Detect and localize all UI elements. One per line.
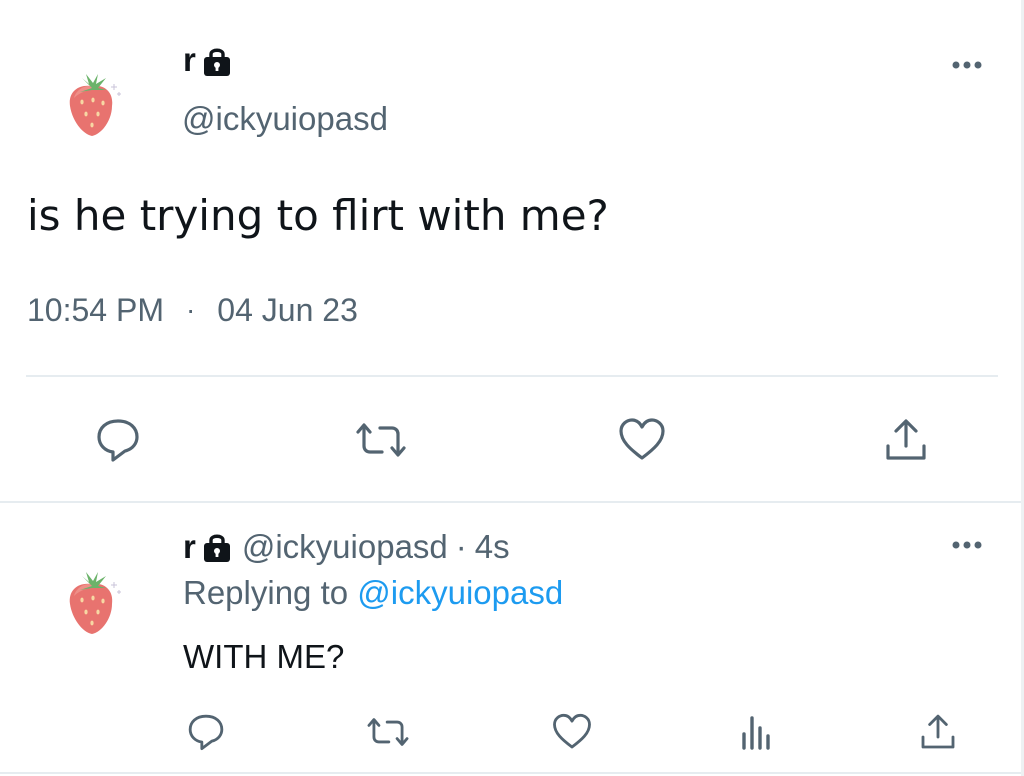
avatar[interactable] <box>62 70 124 140</box>
reply-header[interactable]: r @ickyuiopasd · 4s <box>183 524 510 570</box>
like-icon <box>619 418 665 460</box>
author-handle[interactable]: @ickyuiopasd <box>242 524 448 570</box>
analytics-button[interactable] <box>732 708 780 756</box>
display-name[interactable]: r <box>183 524 196 570</box>
more-options-icon <box>952 541 982 549</box>
divider <box>0 772 1024 774</box>
replying-to-label: Replying to <box>183 574 349 611</box>
replying-to-mention[interactable]: @ickyuiopasd <box>357 574 563 611</box>
tweet-text: is he trying to flirt with me? <box>27 191 609 240</box>
author-handle[interactable]: @ickyuiopasd <box>182 96 388 142</box>
tweet-date[interactable]: 04 Jun 23 <box>217 286 358 334</box>
share-icon <box>921 714 955 749</box>
lock-icon <box>203 48 230 76</box>
meta-separator: · <box>185 294 196 325</box>
like-button[interactable] <box>548 708 596 756</box>
author-name-row[interactable]: r <box>183 38 234 82</box>
divider <box>0 501 1024 503</box>
share-button[interactable] <box>914 708 962 756</box>
meta-separator: · <box>455 528 467 565</box>
lock-icon <box>203 534 230 562</box>
like-icon <box>553 713 591 749</box>
strawberry-avatar-icon <box>69 572 121 634</box>
strawberry-avatar-icon <box>69 74 121 136</box>
replying-to: Replying to @ickyuiopasd <box>183 570 563 616</box>
avatar[interactable] <box>62 568 124 638</box>
like-button[interactable] <box>612 412 672 468</box>
reply-time[interactable]: 4s <box>475 524 510 570</box>
more-options-icon <box>952 61 982 69</box>
retweet-icon <box>367 718 409 746</box>
retweet-button[interactable] <box>362 708 414 756</box>
tweet-time[interactable]: 10:54 PM <box>27 286 164 334</box>
divider <box>26 375 998 377</box>
reply-icon <box>97 419 139 462</box>
display-name[interactable]: r <box>183 38 196 82</box>
tweet-timestamp[interactable]: 10:54 PM · 04 Jun 23 <box>27 286 358 334</box>
retweet-icon <box>356 423 406 457</box>
more-options-button[interactable] <box>948 532 988 558</box>
reply-button[interactable] <box>182 708 230 756</box>
reply-text: WITH ME? <box>183 638 345 675</box>
retweet-button[interactable] <box>350 412 412 468</box>
reply-button[interactable] <box>88 412 148 468</box>
share-button[interactable] <box>876 412 936 468</box>
reply-icon <box>188 714 224 751</box>
share-icon <box>886 419 926 460</box>
analytics-icon <box>742 716 770 750</box>
more-options-button[interactable] <box>948 52 988 78</box>
